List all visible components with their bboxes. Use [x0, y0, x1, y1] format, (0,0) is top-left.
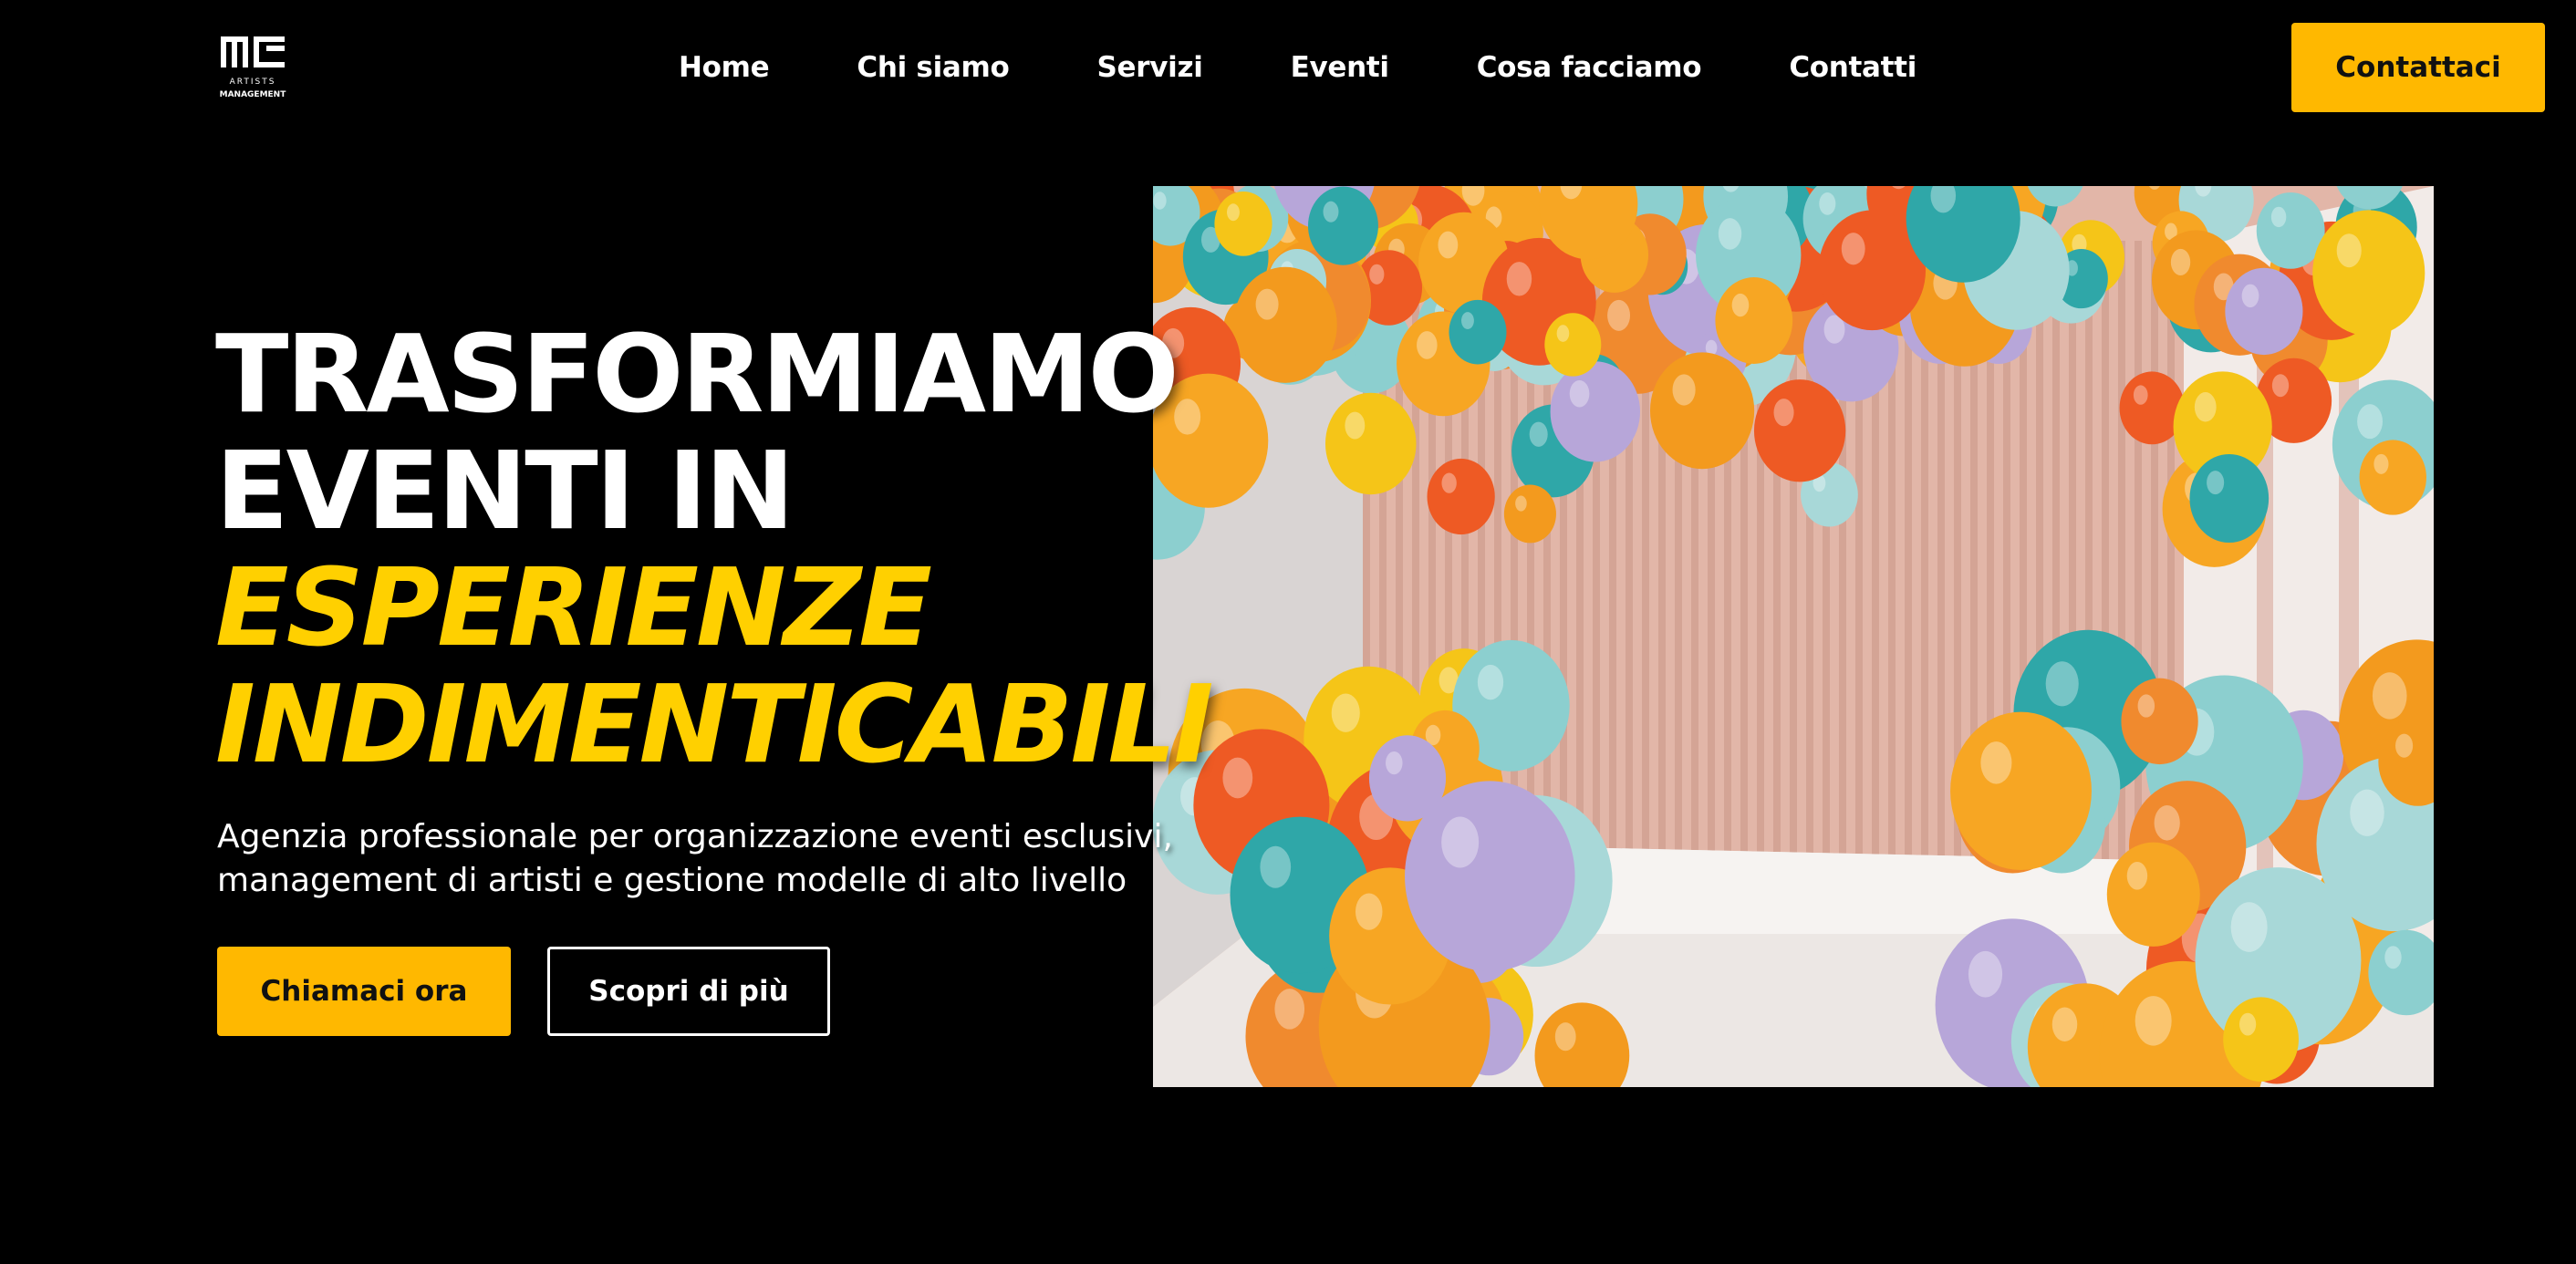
nav-contatti[interactable]: Contatti	[1789, 51, 1916, 84]
nav-eventi[interactable]: Eventi	[1291, 51, 1389, 84]
logo-subtitle-management: MANAGEMENT	[220, 90, 286, 99]
logo-subtitle-artists: ARTISTS	[230, 78, 276, 87]
nav-cosa-facciamo[interactable]: Cosa facciamo	[1477, 51, 1702, 84]
nav-chi-siamo[interactable]: Chi siamo	[857, 51, 1009, 84]
headline-line-1: TRASFORMIAMO	[215, 311, 1179, 437]
hero-headline: TRASFORMIAMO EVENTI IN ESPERIENZE INDIME…	[215, 311, 1214, 787]
nav-home[interactable]: Home	[679, 51, 770, 84]
call-now-button[interactable]: Chiamaci ora	[217, 947, 511, 1036]
main-nav: Home Chi siamo Servizi Eventi Cosa facci…	[679, 47, 1916, 88]
nav-servizi[interactable]: Servizi	[1097, 51, 1203, 84]
hero-image	[1153, 186, 2434, 1087]
hero-subtitle: Agenzia professionale per organizzazione…	[217, 815, 1257, 903]
learn-more-button[interactable]: Scopri di più	[547, 947, 830, 1036]
hero-subtitle-line-1: Agenzia professionale per organizzazione…	[217, 818, 1173, 855]
headline-line-2: EVENTI IN	[215, 428, 795, 554]
hero-subtitle-line-2: management di artisti e gestione modelle…	[217, 862, 1127, 899]
headline-line-3: ESPERIENZE	[215, 544, 932, 670]
headline-line-4: INDIMENTICABILI	[215, 661, 1214, 787]
brand-logo[interactable]: ARTISTS MANAGEMENT	[219, 33, 286, 102]
contact-button[interactable]: Contattaci	[2291, 23, 2545, 112]
